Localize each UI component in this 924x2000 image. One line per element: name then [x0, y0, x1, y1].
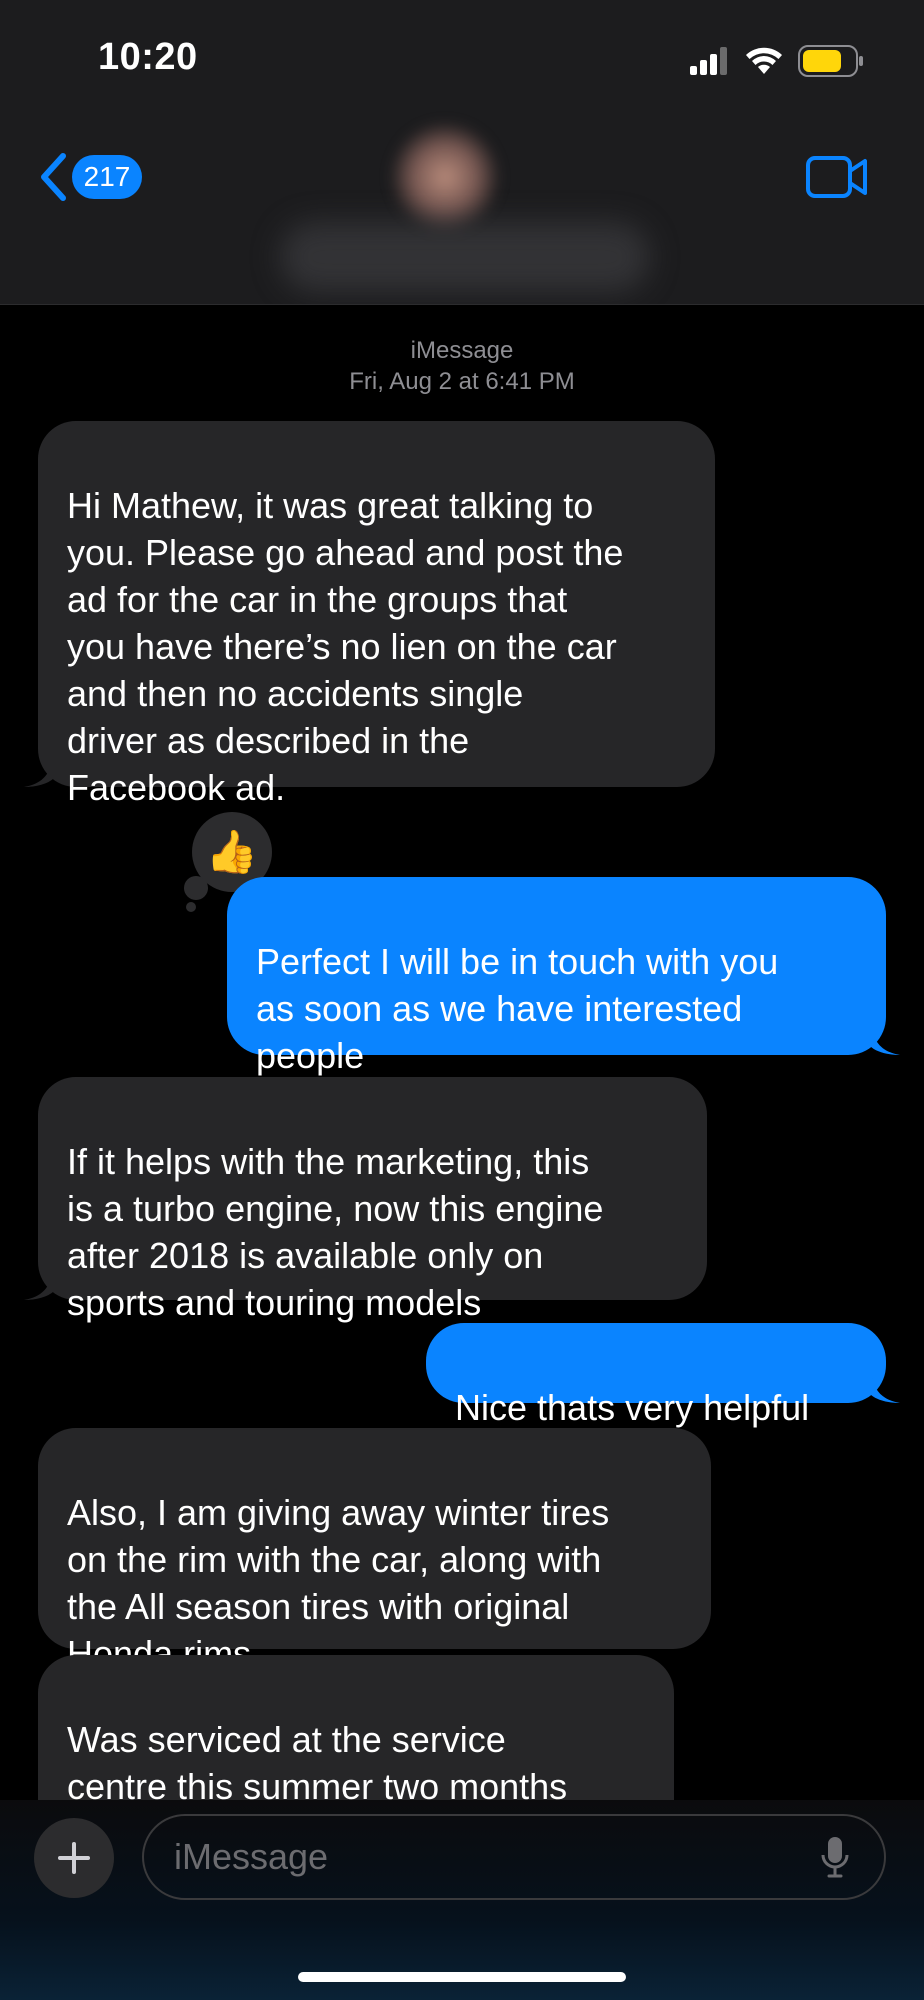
thumbs-up-icon: 👍 [205, 827, 259, 875]
service-label: iMessage [410, 337, 514, 364]
incoming-message[interactable]: Also, I am giving away winter tires on t… [38, 1428, 711, 1674]
conversation-header: 10:20 217 [0, 0, 924, 305]
microphone-icon[interactable] [820, 1836, 850, 1878]
incoming-message[interactable]: Hi Mathew, it was great talking to you. … [38, 421, 715, 808]
plus-icon [58, 1842, 90, 1874]
message-text: If it helps with the marketing, this is … [67, 1141, 604, 1323]
outgoing-message[interactable]: Nice thats very helpful [426, 1323, 886, 1428]
message-text: Perfect I will be in touch with you as s… [256, 941, 779, 1076]
bubble-tail [24, 760, 54, 787]
contact-avatar[interactable] [390, 122, 500, 232]
back-chevron-icon [41, 153, 66, 201]
message-text: Hi Mathew, it was great talking to you. … [67, 485, 624, 808]
apps-plus-button[interactable] [34, 1818, 114, 1898]
bubble-tail [870, 1376, 900, 1403]
bubble-tail [870, 1028, 900, 1055]
back-button[interactable]: 217 [38, 152, 142, 202]
unread-count-badge: 217 [72, 155, 142, 199]
contact-name-blurred[interactable] [280, 222, 650, 292]
message-text: Nice thats very helpful [455, 1387, 810, 1428]
home-indicator[interactable] [298, 1972, 626, 1982]
incoming-message[interactable]: If it helps with the marketing, this is … [38, 1077, 707, 1323]
message-timestamp: Fri, Aug 2 at 6:41 PM [349, 368, 575, 395]
message-input[interactable] [142, 1814, 886, 1900]
message-text: Also, I am giving away winter tires on t… [67, 1492, 610, 1674]
status-time: 10:20 [98, 36, 198, 78]
reaction-bubble-dot [186, 902, 196, 912]
outgoing-message[interactable]: Perfect I will be in touch with you as s… [227, 877, 886, 1076]
battery-icon [798, 45, 863, 77]
bubble-tail [24, 1273, 54, 1300]
status-icons [690, 44, 864, 78]
video-camera-icon[interactable] [806, 156, 868, 198]
signal-icon [690, 47, 727, 75]
wifi-icon [746, 47, 782, 74]
